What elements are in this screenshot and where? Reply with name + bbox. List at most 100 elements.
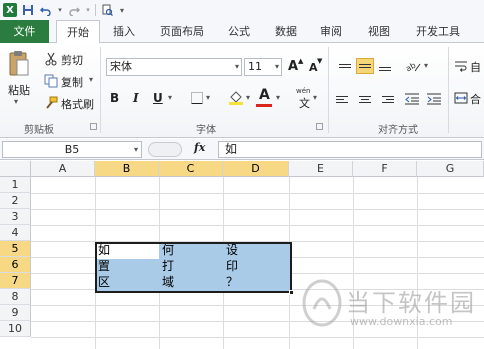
fill-handle[interactable] — [289, 290, 294, 295]
formula-bar-splitter[interactable] — [148, 142, 182, 157]
font-name-dropdown-icon[interactable]: ▾ — [235, 59, 239, 75]
undo-dropdown-icon[interactable]: ▾ — [57, 3, 63, 17]
column-header-d[interactable]: D — [223, 161, 289, 177]
align-left-button[interactable] — [336, 91, 354, 107]
tab-view[interactable]: 视图 — [364, 20, 394, 43]
column-header-f[interactable]: F — [353, 161, 417, 177]
undo-icon[interactable] — [39, 3, 53, 17]
tab-review[interactable]: 审阅 — [316, 20, 346, 43]
wrap-text-icon[interactable] — [454, 59, 468, 73]
italic-button[interactable]: I — [133, 91, 139, 105]
formula-bar: B5 ▾ fx 如 — [0, 139, 484, 160]
column-header-g[interactable]: G — [417, 161, 484, 177]
fill-color-icon[interactable] — [228, 89, 244, 105]
tab-formulas[interactable]: 公式 — [224, 20, 254, 43]
cell-c6[interactable]: 打 — [160, 258, 174, 274]
group-divider — [448, 47, 449, 133]
cell-b6[interactable]: 置 — [96, 258, 110, 274]
paste-dropdown-icon[interactable]: ▾ — [14, 97, 18, 106]
row-header-3[interactable]: 3 — [0, 209, 31, 225]
paste-label[interactable]: 粘贴 — [8, 82, 30, 98]
format-painter-label[interactable]: 格式刷 — [61, 96, 94, 112]
align-bottom-button[interactable] — [376, 59, 394, 75]
tab-insert[interactable]: 插入 — [109, 20, 139, 43]
cut-label[interactable]: 剪切 — [61, 52, 83, 68]
grow-font-button[interactable]: A — [288, 59, 298, 74]
row-header-9[interactable]: 9 — [0, 305, 31, 321]
increase-indent-icon[interactable] — [426, 91, 442, 107]
phonetic-guide-char[interactable]: 文 — [299, 95, 310, 111]
underline-dropdown-icon[interactable]: ▾ — [168, 93, 172, 102]
align-right-button[interactable] — [376, 91, 394, 107]
borders-icon[interactable] — [190, 91, 204, 105]
insert-function-icon[interactable]: fx — [194, 141, 205, 154]
cell-c7[interactable]: 域 — [160, 274, 174, 290]
quick-access-toolbar: X ▾ ▾ ▾ — [0, 0, 484, 20]
align-center-button[interactable] — [356, 91, 374, 107]
row-header-10[interactable]: 10 — [0, 321, 31, 337]
align-top-button[interactable] — [336, 59, 354, 75]
decrease-indent-icon[interactable] — [404, 91, 420, 107]
row-header-2[interactable]: 2 — [0, 193, 31, 209]
row-header-5[interactable]: 5 — [0, 241, 31, 257]
copy-label[interactable]: 复制 — [61, 74, 83, 90]
tab-data[interactable]: 数据 — [271, 20, 301, 43]
align-middle-button[interactable] — [356, 58, 374, 74]
font-name-combo[interactable]: 宋体 ▾ — [106, 58, 242, 76]
borders-dropdown-icon[interactable]: ▾ — [206, 93, 210, 102]
column-header-a[interactable]: A — [31, 161, 95, 177]
cell-d6[interactable]: 印 — [224, 258, 238, 274]
font-color-dropdown-icon[interactable]: ▾ — [276, 93, 280, 102]
font-group-label: 字体 — [196, 125, 216, 136]
merge-center-label[interactable]: 合 — [470, 91, 481, 107]
redo-icon[interactable] — [67, 3, 81, 17]
font-color-swatch — [256, 104, 272, 107]
tab-home[interactable]: 开始 — [56, 20, 100, 44]
tab-developer[interactable]: 开发工具 — [412, 20, 464, 43]
customize-toolbar-icon[interactable]: ▾ — [118, 3, 126, 17]
font-launcher-icon[interactable] — [316, 123, 323, 130]
row-header-8[interactable]: 8 — [0, 289, 31, 305]
column-header-b[interactable]: B — [95, 161, 159, 177]
cut-icon[interactable] — [44, 52, 58, 66]
copy-dropdown-icon[interactable]: ▾ — [89, 75, 93, 84]
formula-input[interactable]: 如 — [218, 141, 482, 158]
name-box-dropdown-icon[interactable]: ▾ — [134, 142, 138, 157]
print-preview-icon[interactable] — [100, 3, 114, 17]
copy-icon[interactable] — [44, 74, 58, 88]
save-icon[interactable] — [21, 3, 35, 17]
format-painter-icon[interactable] — [44, 96, 58, 110]
clipboard-launcher-icon[interactable] — [90, 123, 97, 130]
column-header-e[interactable]: E — [289, 161, 353, 177]
cell-d7[interactable]: ？ — [224, 274, 238, 290]
row-header-7[interactable]: 7 — [0, 273, 31, 289]
font-size-dropdown-icon[interactable]: ▾ — [275, 59, 279, 75]
font-color-button[interactable]: A — [259, 87, 270, 103]
redo-dropdown-icon[interactable]: ▾ — [85, 3, 91, 17]
tab-file[interactable]: 文件 — [0, 20, 49, 43]
fill-color-dropdown-icon[interactable]: ▾ — [246, 93, 250, 102]
orientation-dropdown-icon[interactable]: ▾ — [424, 61, 428, 70]
phonetic-guide-wen[interactable]: wén — [296, 87, 310, 95]
row-header-4[interactable]: 4 — [0, 225, 31, 241]
paste-icon[interactable] — [8, 49, 30, 79]
orientation-icon[interactable]: ab — [406, 59, 422, 73]
phonetic-dropdown-icon[interactable]: ▾ — [313, 93, 317, 102]
watermark-text: 当下软件园 — [346, 289, 476, 317]
cell-b5[interactable]: 如 — [96, 242, 110, 258]
cell-b7[interactable]: 区 — [96, 274, 110, 290]
excel-logo-icon[interactable]: X — [3, 3, 17, 17]
underline-button[interactable]: U — [153, 91, 163, 105]
wrap-text-label[interactable]: 自 — [470, 59, 481, 75]
tab-page-layout[interactable]: 页面布局 — [157, 20, 207, 43]
bold-button[interactable]: B — [110, 91, 119, 105]
select-all-corner[interactable] — [0, 161, 31, 177]
row-header-6[interactable]: 6 — [0, 257, 31, 273]
name-box[interactable]: B5 ▾ — [2, 141, 142, 158]
cell-d5[interactable]: 设 — [224, 242, 238, 258]
cell-c5[interactable]: 何 — [160, 242, 174, 258]
row-header-1[interactable]: 1 — [0, 177, 31, 193]
merge-center-icon[interactable] — [454, 91, 468, 105]
column-header-c[interactable]: C — [159, 161, 223, 177]
font-size-combo[interactable]: 11 ▾ — [244, 58, 282, 76]
